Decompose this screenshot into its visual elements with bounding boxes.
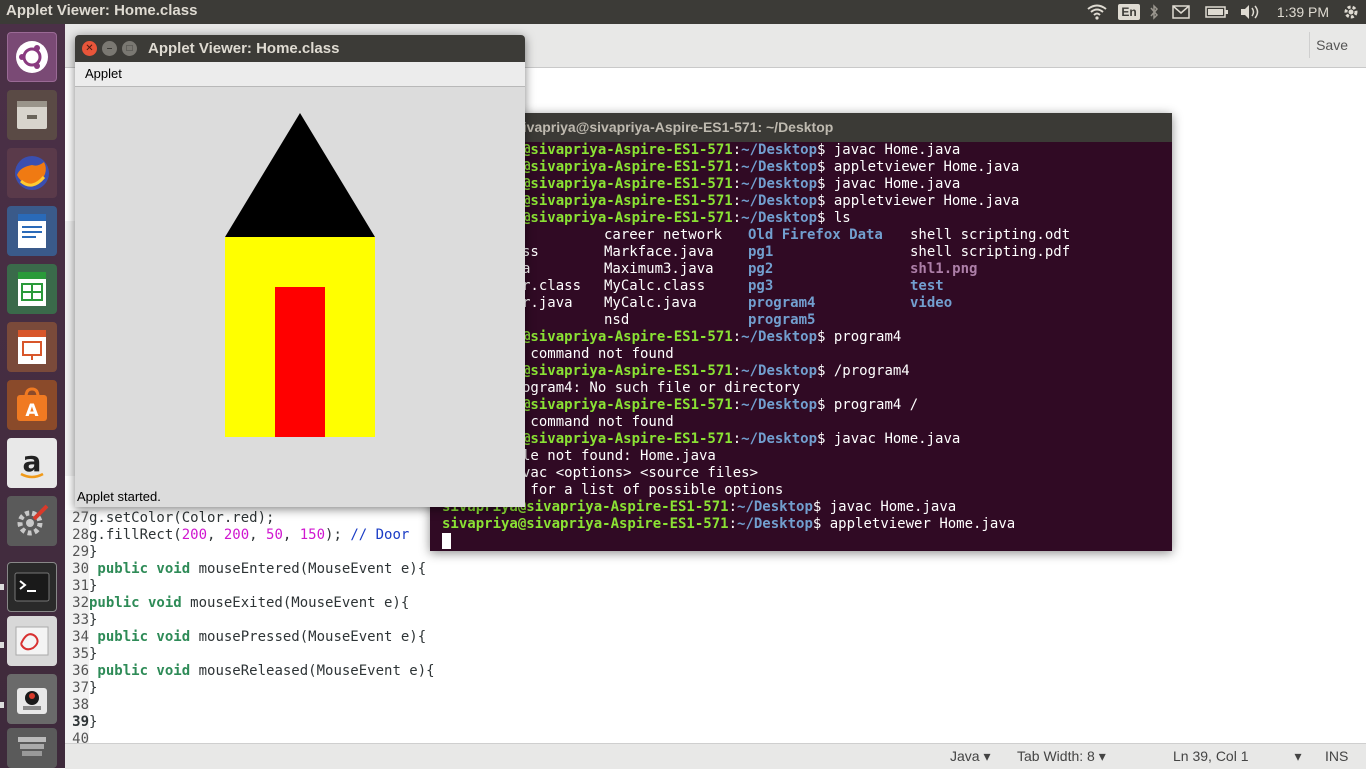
applet-status-text: Applet started. bbox=[77, 489, 161, 504]
applet-menubar: Applet bbox=[75, 62, 525, 87]
running-indicator bbox=[0, 584, 4, 590]
code-line: 35} bbox=[65, 646, 97, 663]
files-icon[interactable] bbox=[7, 90, 57, 140]
ubuntu-software-icon[interactable]: A bbox=[7, 380, 57, 430]
applet-menu[interactable]: Applet bbox=[85, 62, 122, 86]
terminal-line: @sivapriya-Aspire-ES1-571:~/Desktop$ jav… bbox=[522, 142, 961, 158]
top-panel: Applet Viewer: Home.class En 1:39 PM bbox=[0, 0, 1366, 24]
applet-titlebar[interactable]: ✕ – □ Applet Viewer: Home.class bbox=[75, 35, 525, 62]
language-selector[interactable]: Java ▾ bbox=[950, 748, 991, 765]
house-roof bbox=[225, 113, 375, 237]
terminal-line: vac <options> <source files> bbox=[522, 465, 759, 481]
gedit-statusbar: Java ▾ Tab Width: 8 ▾ Ln 39, Col 1 ▾ INS bbox=[65, 743, 1366, 769]
bluetooth-icon[interactable] bbox=[1146, 0, 1162, 24]
clock[interactable]: 1:39 PM bbox=[1272, 0, 1334, 24]
code-line: 36 public void mouseReleased(MouseEvent … bbox=[65, 663, 435, 680]
terminal-line: @sivapriya-Aspire-ES1-571:~/Desktop$ app… bbox=[522, 159, 1020, 175]
libreoffice-calc-icon[interactable] bbox=[7, 264, 57, 314]
wifi-icon[interactable] bbox=[1086, 0, 1108, 24]
active-window-title: Applet Viewer: Home.class bbox=[6, 2, 198, 19]
terminal-line: command not found bbox=[522, 346, 674, 362]
launcher: A a bbox=[0, 24, 65, 768]
cursor-position[interactable]: Ln 39, Col 1 ▾ bbox=[1173, 748, 1302, 765]
code-line: 38 bbox=[65, 697, 89, 714]
code-line: 37} bbox=[65, 680, 97, 697]
terminal-line: sivapriya@sivapriya-Aspire-ES1-571:~/Des… bbox=[442, 516, 1016, 532]
terminal-line: @sivapriya-Aspire-ES1-571:~/Desktop$ pro… bbox=[522, 397, 919, 413]
code-line: 30 public void mouseEntered(MouseEvent e… bbox=[65, 561, 426, 578]
code-line-current: 39} bbox=[65, 714, 97, 731]
tab-width-selector[interactable]: Tab Width: 8 ▾ bbox=[1017, 748, 1106, 765]
code-line: 31} bbox=[65, 578, 97, 595]
terminal-line: @sivapriya-Aspire-ES1-571:~/Desktop$ jav… bbox=[522, 176, 961, 192]
volume-icon[interactable] bbox=[1238, 0, 1262, 24]
applet-canvas bbox=[75, 87, 525, 487]
code-line: 27g.setColor(Color.red); bbox=[65, 510, 274, 527]
settings-gear-icon[interactable] bbox=[1340, 0, 1362, 24]
terminal-line: @sivapriya-Aspire-ES1-571:~/Desktop$ /pr… bbox=[522, 363, 910, 379]
terminal-line: ogram4: No such file or directory bbox=[522, 380, 801, 396]
terminal-line: for a list of possible options bbox=[522, 482, 784, 498]
code-line: 29} bbox=[65, 544, 97, 561]
applet-viewer-window[interactable]: ✕ – □ Applet Viewer: Home.class Applet A… bbox=[75, 35, 525, 507]
firefox-icon[interactable] bbox=[7, 148, 57, 198]
keyboard-layout-indicator[interactable]: En bbox=[1118, 0, 1140, 24]
terminal-cursor bbox=[442, 533, 451, 550]
house-door bbox=[275, 287, 325, 437]
battery-icon[interactable] bbox=[1204, 0, 1230, 24]
terminal-window[interactable]: sivapriya@sivapriya-Aspire-ES1-571: ~/De… bbox=[430, 113, 1172, 551]
running-indicator bbox=[0, 702, 4, 708]
code-line: 32public void mouseExited(MouseEvent e){ bbox=[65, 595, 409, 612]
terminal-line: command not found bbox=[522, 414, 674, 430]
libreoffice-impress-icon[interactable] bbox=[7, 322, 57, 372]
system-settings-icon[interactable] bbox=[7, 496, 57, 546]
running-indicator bbox=[0, 642, 4, 648]
amazon-icon[interactable]: a bbox=[7, 438, 57, 488]
terminal-line: @sivapriya-Aspire-ES1-571:~/Desktop$ app… bbox=[522, 193, 1020, 209]
svg-text:a: a bbox=[23, 445, 42, 478]
save-button[interactable]: Save bbox=[1309, 32, 1354, 58]
applet-title: Applet Viewer: Home.class bbox=[148, 40, 340, 57]
terminal-titlebar[interactable]: sivapriya@sivapriya-Aspire-ES1-571: ~/De… bbox=[430, 113, 1172, 142]
libreoffice-writer-icon[interactable] bbox=[7, 206, 57, 256]
java-web-start-icon[interactable] bbox=[7, 674, 57, 724]
code-line: 34 public void mousePressed(MouseEvent e… bbox=[65, 629, 426, 646]
terminal-line: @sivapriya-Aspire-ES1-571:~/Desktop$ ls bbox=[522, 210, 851, 226]
terminal-icon[interactable] bbox=[7, 562, 57, 612]
keyboard-layout-label: En bbox=[1118, 4, 1140, 20]
terminal-line: @sivapriya-Aspire-ES1-571:~/Desktop$ pro… bbox=[522, 329, 902, 345]
svg-text:A: A bbox=[25, 401, 39, 421]
text-editor-icon[interactable] bbox=[7, 616, 57, 666]
code-line: 33} bbox=[65, 612, 97, 629]
trash-icon[interactable] bbox=[7, 728, 57, 768]
terminal-output[interactable]: @sivapriya-Aspire-ES1-571:~/Desktop$ jav… bbox=[430, 142, 1172, 551]
mail-icon[interactable] bbox=[1170, 0, 1192, 24]
code-line: 28g.fillRect(200, 200, 50, 150); // Door bbox=[65, 527, 409, 544]
ubuntu-dash-icon[interactable] bbox=[7, 32, 57, 82]
close-icon[interactable]: ✕ bbox=[82, 41, 97, 56]
maximize-icon[interactable]: □ bbox=[122, 41, 137, 56]
terminal-line: le not found: Home.java bbox=[522, 448, 716, 464]
terminal-line: @sivapriya-Aspire-ES1-571:~/Desktop$ jav… bbox=[522, 431, 961, 447]
insert-mode[interactable]: INS bbox=[1325, 748, 1348, 764]
minimize-icon[interactable]: – bbox=[102, 41, 117, 56]
